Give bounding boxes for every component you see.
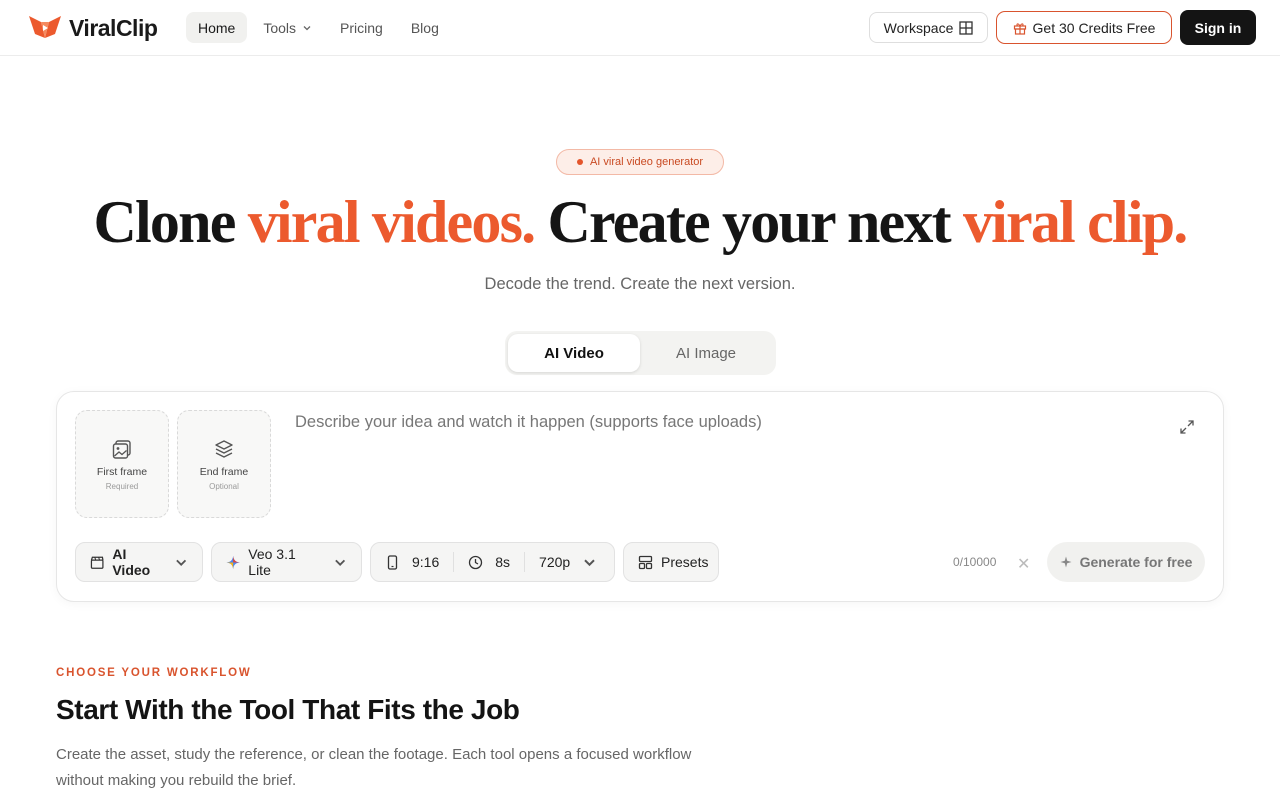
nav-blog[interactable]: Blog [399, 12, 451, 43]
chevron-down-icon [584, 559, 595, 566]
generate-label: Generate for free [1079, 554, 1193, 570]
chevron-down-icon [175, 559, 186, 566]
presets-label: Presets [661, 554, 709, 570]
mode-tabs: AI Video AI Image [505, 331, 776, 375]
viralclip-logo-icon [29, 16, 61, 38]
nav-tools[interactable]: Tools [251, 12, 324, 43]
headline-accent-2: viral clip. [962, 189, 1188, 255]
grid-icon [959, 20, 974, 35]
get-credits-button[interactable]: Get 30 Credits Free [996, 11, 1172, 44]
headline-part-2: Create your next [534, 189, 963, 255]
sparkle-icon [226, 555, 240, 569]
nav-blog-label: Blog [410, 19, 439, 36]
sign-in-button[interactable]: Sign in [1180, 10, 1256, 45]
tab-ai-image[interactable]: AI Image [640, 334, 772, 372]
presets-icon [638, 555, 653, 569]
section-eyebrow: CHOOSE YOUR WORKFLOW [56, 667, 252, 679]
output-settings-group: 9:16 8s 720p [370, 542, 615, 582]
gift-icon [1013, 22, 1026, 35]
first-frame-title: First frame [96, 465, 148, 478]
prompt-input[interactable]: Describe your idea and watch it happen (… [295, 413, 762, 432]
resolution-value: 720p [539, 554, 571, 570]
top-navbar: ViralClip Home Tools Pricing Blog Worksp… [0, 0, 1280, 56]
headline-accent-1: viral videos. [247, 189, 536, 255]
nav-home-label: Home [198, 19, 236, 36]
hero-badge: AI viral video generator [556, 149, 724, 175]
aspect-ratio-select[interactable]: 9:16 [371, 543, 453, 581]
duration-select[interactable]: 8s [454, 543, 524, 581]
nav-home[interactable]: Home [186, 12, 248, 43]
image-icon [112, 439, 131, 459]
main-nav: Home Tools Pricing Blog [186, 12, 451, 43]
end-frame-title: End frame [199, 465, 249, 478]
clock-icon [469, 555, 483, 569]
headline-part-1: Clone [93, 189, 248, 255]
phone-icon [387, 554, 398, 570]
character-counter: 0/10000 [953, 555, 997, 569]
tab-ai-video-label: AI Video [544, 344, 604, 362]
badge-label: AI viral video generator [589, 156, 704, 168]
section-description: Create the asset, study the reference, o… [56, 746, 692, 789]
video-type-label: AI Video [112, 546, 151, 578]
first-frame-upload[interactable]: First frame Required [75, 410, 169, 518]
clapperboard-icon [90, 556, 104, 569]
tab-ai-video[interactable]: AI Video [508, 334, 640, 372]
workspace-label: Workspace [883, 19, 954, 36]
sparkle-icon [1060, 556, 1072, 568]
end-frame-upload[interactable]: End frame Optional [177, 410, 271, 518]
section-title: Start With the Tool That Fits the Job [56, 694, 520, 725]
expand-icon[interactable] [1179, 419, 1195, 435]
resolution-select[interactable]: 720p [525, 543, 611, 581]
generate-button[interactable]: Generate for free [1047, 542, 1205, 582]
video-type-select[interactable]: AI Video [75, 542, 203, 582]
aspect-ratio-value: 9:16 [412, 554, 440, 570]
chevron-down-icon [303, 25, 311, 30]
prompt-composer: First frame Required End frame Optional … [56, 391, 1224, 602]
presets-button[interactable]: Presets [623, 542, 719, 582]
clear-icon[interactable]: ✕ [1017, 554, 1030, 574]
duration-value: 8s [495, 554, 511, 570]
nav-pricing-label: Pricing [340, 19, 383, 36]
nav-tools-label: Tools [263, 19, 297, 36]
hero-headline: Clone viral videos. Create your next vir… [0, 186, 1280, 258]
tab-ai-image-label: AI Image [675, 344, 737, 362]
layers-icon [215, 439, 233, 458]
sign-in-label: Sign in [1194, 19, 1242, 36]
nav-pricing[interactable]: Pricing [328, 12, 395, 43]
badge-dot-icon [576, 159, 583, 165]
end-frame-sub: Optional [209, 481, 239, 491]
logo[interactable]: ViralClip [27, 12, 158, 44]
chevron-down-icon [334, 559, 345, 566]
model-select[interactable]: Veo 3.1 Lite [211, 542, 362, 582]
brand-name: ViralClip [69, 14, 158, 41]
hero-subhead: Decode the trend. Create the next versio… [484, 275, 796, 293]
first-frame-sub: Required [105, 481, 139, 491]
workspace-button[interactable]: Workspace [869, 12, 988, 43]
model-label: Veo 3.1 Lite [248, 546, 296, 578]
credits-label: Get 30 Credits Free [1032, 19, 1156, 36]
